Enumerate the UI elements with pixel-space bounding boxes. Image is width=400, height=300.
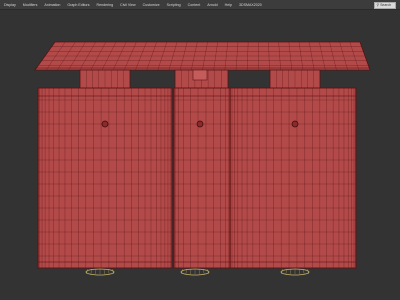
- menu-modifiers[interactable]: Modifiers: [19, 0, 41, 10]
- search-input[interactable]: ⚲ Search: [374, 1, 396, 9]
- menu-scripting[interactable]: Scripting: [163, 0, 184, 10]
- tank-1: [37, 87, 173, 269]
- connector-detail: [192, 69, 208, 81]
- menu-arnold[interactable]: Arnold: [204, 0, 221, 10]
- search-icon: ⚲: [376, 2, 380, 7]
- menu-bar: Display Modifiers Animation Graph Editor…: [0, 0, 400, 10]
- base-spoke: [298, 268, 300, 275]
- tank-bolt-2: [196, 120, 204, 128]
- tank-2: [173, 87, 231, 269]
- menu-help[interactable]: Help: [221, 0, 235, 10]
- menu-animation[interactable]: Animation: [41, 0, 64, 10]
- tank-bolt-3: [291, 120, 299, 128]
- base-spoke: [190, 268, 192, 275]
- menu-rendering[interactable]: Rendering: [93, 0, 117, 10]
- base-spoke: [95, 268, 97, 275]
- menu-display[interactable]: Display: [0, 0, 19, 10]
- menu-graph-editors[interactable]: Graph Editors: [64, 0, 93, 10]
- menu-civil-view[interactable]: Civil View: [117, 0, 140, 10]
- tank-bolt-1: [101, 120, 109, 128]
- search-placeholder: Search: [380, 2, 392, 7]
- base-spoke: [198, 268, 200, 275]
- menu-content[interactable]: Content: [184, 0, 204, 10]
- viewport-perspective[interactable]: [0, 10, 400, 300]
- base-spoke: [290, 268, 292, 275]
- menu-3dsmax[interactable]: 3DSMAX2020: [236, 0, 266, 10]
- base-spoke: [103, 268, 105, 275]
- scene-wireframe: [34, 41, 371, 276]
- tank-3: [229, 87, 357, 269]
- menu-customize[interactable]: Customize: [139, 0, 163, 10]
